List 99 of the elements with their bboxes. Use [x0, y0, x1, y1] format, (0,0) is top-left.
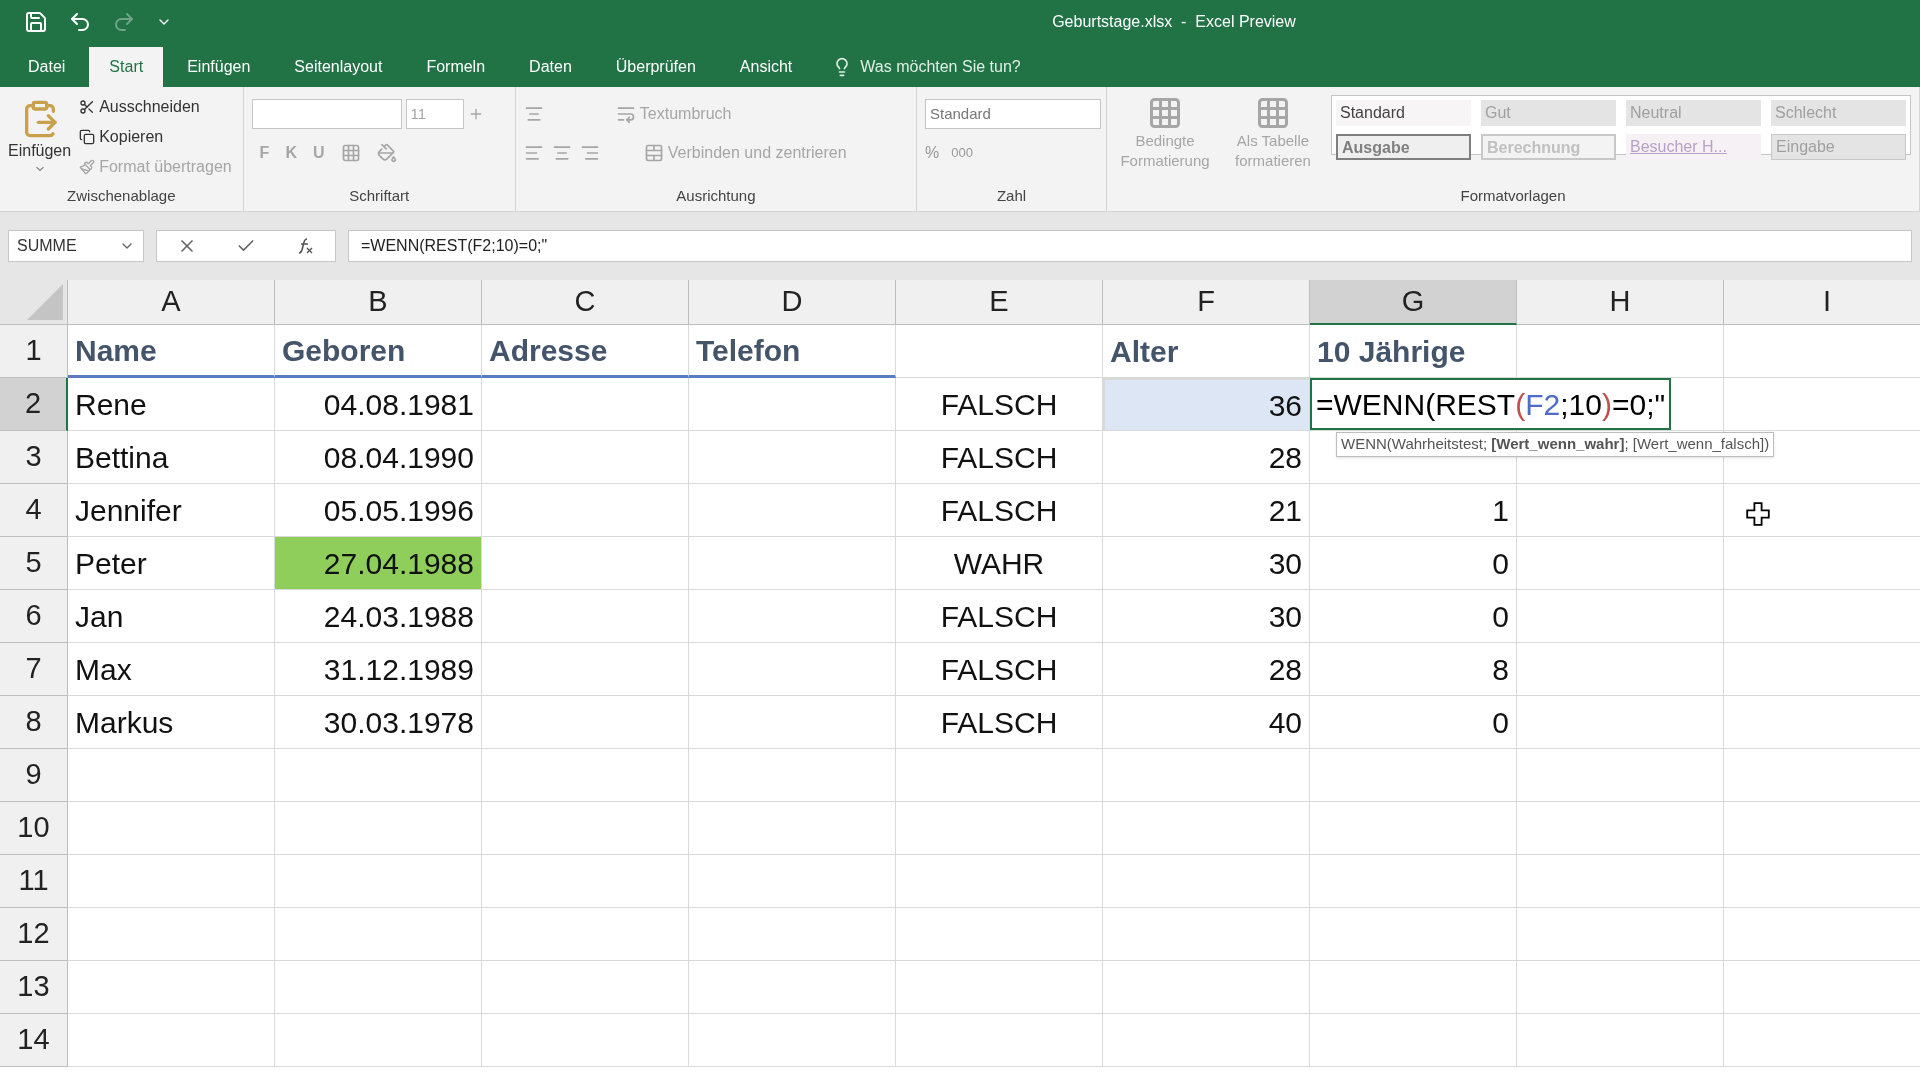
table-cell: 28	[1103, 431, 1310, 484]
table-cell: Bettina	[68, 431, 275, 484]
scissors-icon	[79, 99, 96, 115]
table-cell: Jennifer	[68, 484, 275, 537]
row-header[interactable]: 10	[0, 802, 68, 855]
table-cell: 0	[1310, 537, 1517, 590]
table-cell: Jan	[68, 590, 275, 643]
border-icon[interactable]	[340, 143, 361, 163]
row-header[interactable]: 8	[0, 696, 68, 749]
group-label: Ausrichtung	[675, 185, 757, 206]
row-header[interactable]: 9	[0, 749, 68, 802]
number-format-field[interactable]: Standard	[925, 99, 1101, 129]
align-top-icon[interactable]	[523, 104, 544, 124]
align-center-icon[interactable]	[551, 143, 572, 163]
row-header[interactable]: 4	[0, 484, 68, 537]
row-header[interactable]: 12	[0, 908, 68, 961]
fill-color-icon[interactable]	[376, 143, 397, 163]
table-cell: Markus	[68, 696, 275, 749]
table-cell: 04.08.1981	[275, 378, 482, 431]
column-header[interactable]: E	[896, 280, 1103, 325]
row-header[interactable]: 14	[0, 1014, 68, 1067]
table-cell: 30.03.1978	[275, 696, 482, 749]
table-cell: Telefon	[689, 325, 896, 378]
table-cell: FALSCH	[896, 643, 1103, 696]
table-cell: 30	[1103, 590, 1310, 643]
paste-button[interactable]: Einfügen	[8, 95, 72, 185]
ribbon-tab[interactable]: Daten	[509, 47, 592, 87]
wrap-text-icon	[615, 104, 636, 124]
ribbon-tab[interactable]: Einfügen	[167, 47, 271, 87]
table-cell: FALSCH	[896, 590, 1103, 643]
corner-triangle-icon	[27, 284, 63, 320]
table-cell: 8	[1310, 643, 1517, 696]
grid-icon	[1147, 95, 1183, 131]
column-header[interactable]: D	[689, 280, 896, 325]
select-all-corner[interactable]	[0, 280, 68, 325]
clipboard-command[interactable]: Kopieren	[79, 125, 232, 149]
table-cell: 28	[1103, 643, 1310, 696]
ribbon-tab[interactable]: Datei	[8, 47, 86, 87]
font-name-field[interactable]	[251, 99, 402, 129]
table-cell: 27.04.1988	[275, 537, 482, 590]
ribbon-tab[interactable]: Ansicht	[719, 47, 813, 87]
row-header[interactable]: 6	[0, 590, 68, 643]
row-header[interactable]: 5	[0, 537, 68, 590]
table-cell: 0	[1310, 696, 1517, 749]
cell-style[interactable]: Standard	[1336, 100, 1471, 126]
table-cell: 21	[1103, 484, 1310, 537]
group-label: Formatvorlagen	[1459, 185, 1567, 206]
column-header[interactable]: G	[1310, 280, 1517, 325]
table-cell: Name	[68, 325, 275, 378]
table-cell: 31.12.1989	[275, 643, 482, 696]
tell-me-field[interactable]: Was möchten Sie tun?	[816, 47, 1037, 87]
table-cell: 30	[1103, 537, 1310, 590]
table-cell: FALSCH	[896, 484, 1103, 537]
paintbrush-icon	[79, 159, 96, 175]
cursor-icon	[1746, 502, 1770, 526]
cell-editor[interactable]: =WENN(REST(F2;10)=0;"	[1310, 378, 1672, 430]
column-header[interactable]: C	[482, 280, 689, 325]
group-label: Schriftart	[348, 185, 411, 206]
copy-icon	[79, 129, 96, 145]
window-title: Geburtstage.xlsx - Excel Preview	[1052, 11, 1296, 32]
name-box[interactable]: SUMME	[8, 230, 144, 262]
ribbon-tab[interactable]: Überprüfen	[595, 47, 716, 87]
formula-input[interactable]: =WENN(REST(F2;10)=0;"	[348, 230, 1912, 262]
group-label: Zwischenablage	[66, 185, 177, 206]
column-header[interactable]: H	[1517, 280, 1724, 325]
table-cell: 24.03.1988	[275, 590, 482, 643]
column-header[interactable]: A	[68, 280, 275, 325]
table-cell: 40	[1103, 696, 1310, 749]
group-label: Zahl	[995, 185, 1028, 206]
row-header[interactable]: 1	[0, 325, 68, 378]
row-header[interactable]: 7	[0, 643, 68, 696]
ribbon-tab[interactable]: Seitenlayout	[274, 47, 403, 87]
table-cell: Rene	[68, 378, 275, 431]
table-cell: WAHR	[896, 537, 1103, 590]
table-cell: FALSCH	[896, 431, 1103, 484]
column-header[interactable]: I	[1724, 280, 1920, 325]
table-cell: Max	[68, 643, 275, 696]
table-cell: 08.04.1990	[275, 431, 482, 484]
column-header[interactable]: F	[1103, 280, 1310, 325]
table-cell: 0	[1310, 590, 1517, 643]
column-header[interactable]: B	[275, 280, 482, 325]
table-cell: 36	[1103, 378, 1310, 431]
align-left-icon[interactable]	[523, 143, 544, 163]
align-right-icon[interactable]	[579, 143, 600, 163]
row-header[interactable]: 13	[0, 961, 68, 1014]
table-cell: Adresse	[482, 325, 689, 378]
table-cell: Geboren	[275, 325, 482, 378]
row-header[interactable]: 11	[0, 855, 68, 908]
ribbon-tab[interactable]: Formeln	[406, 47, 506, 87]
row-header[interactable]: 3	[0, 431, 68, 484]
table-cell: FALSCH	[896, 696, 1103, 749]
ribbon-tab[interactable]: Start	[89, 47, 164, 87]
save-icon[interactable]	[24, 9, 48, 34]
table-icon	[1255, 95, 1291, 131]
row-header[interactable]: 2	[0, 378, 68, 431]
clipboard-command[interactable]: Ausschneiden	[79, 95, 232, 119]
function-tooltip: WENN(Wahrheitstest; [Wert_wenn_wahr]; [Wert_wenn_falsch])	[1336, 432, 1775, 457]
merge-cells-icon	[643, 143, 664, 163]
table-cell: 1	[1310, 484, 1517, 537]
